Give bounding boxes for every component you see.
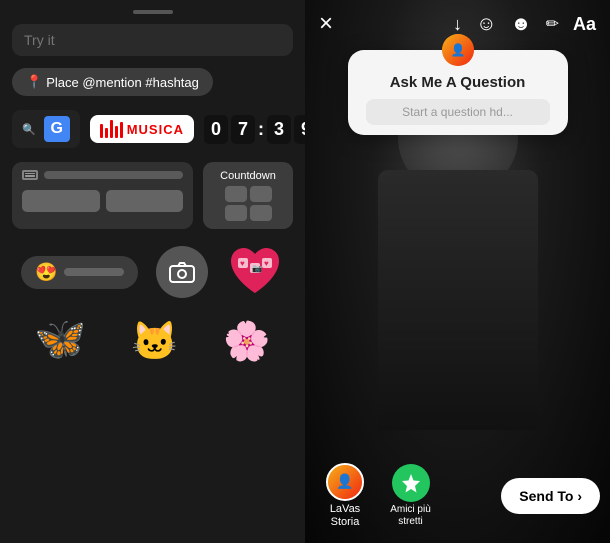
sticker-tag-label: Place @mention #hashtag (46, 75, 199, 90)
avatar-image: 👤 (442, 34, 474, 66)
countdown-cell-1 (225, 186, 247, 202)
countdown-cell-2 (250, 186, 272, 202)
sticker-search-input[interactable] (12, 24, 293, 56)
heart-eyes-emoji: 😍 (35, 262, 57, 283)
question-sticker[interactable]: 👤 Ask Me A Question Start a question hd.… (348, 50, 568, 135)
poll-sticker[interactable] (12, 162, 193, 229)
camera-icon (169, 261, 195, 283)
sticker-icon[interactable]: ☻ (511, 13, 532, 36)
musica-sticker[interactable]: MUSICA (90, 115, 194, 143)
draw-icon[interactable]: ✏ (546, 14, 559, 34)
sticker-row-3: 😍 ♥ 📷 ♥ (12, 243, 293, 301)
countdown-grid (225, 186, 272, 221)
music-bars-icon (100, 120, 123, 138)
story-toolbar: × ↓ ☺ ☻ ✏ Aa (305, 10, 610, 38)
heart-collage-icon: ♥ 📷 ♥ (226, 243, 284, 301)
emoji-slider-sticker[interactable]: 😍 (21, 256, 137, 289)
story-preview: × ↓ ☺ ☻ ✏ Aa 👤 Ask Me A Question S (305, 0, 610, 543)
poll-buttons (22, 190, 183, 212)
svg-text:👤: 👤 (336, 473, 353, 490)
google-g-icon: G (44, 116, 70, 142)
question-input-placeholder[interactable]: Start a question hd... (366, 99, 550, 125)
tag-sticker-row: 📍 Place @mention #hashtag (12, 68, 293, 96)
poll-option-2 (106, 190, 184, 212)
close-friends-label: Amici più stretti (383, 504, 438, 528)
countdown-cell-4 (250, 205, 272, 221)
digit-9: 9 (294, 115, 305, 144)
user-avatar: 👤 (326, 463, 364, 501)
poll-option-1 (22, 190, 100, 212)
close-friends-star-icon (400, 472, 422, 494)
sticker-row-2: Countdown (12, 162, 293, 229)
slider-bar (64, 268, 124, 276)
svg-text:♥: ♥ (240, 259, 245, 268)
svg-text:♥: ♥ (264, 259, 269, 268)
colon: : (258, 119, 264, 140)
close-friends-info: Amici più stretti (383, 464, 438, 528)
text-tool-button[interactable]: Aa (573, 14, 596, 35)
user-story-info: 👤 LaVas Storia (315, 463, 375, 529)
heart-collage-sticker[interactable]: ♥ 📷 ♥ (226, 243, 284, 301)
svg-text:📷: 📷 (252, 264, 262, 273)
close-friends-icon[interactable] (392, 464, 430, 502)
countdown-label: Countdown (220, 170, 276, 182)
download-icon[interactable]: ↓ (453, 14, 462, 35)
sticker-row-1: 🔍 G MUSICA 0 7 : 3 9 (12, 110, 293, 148)
send-to-label: Send To › (519, 488, 582, 504)
countdown-cell-3 (225, 205, 247, 221)
close-icon[interactable]: × (319, 10, 333, 38)
flower-sticker[interactable]: 🌸 (223, 320, 270, 364)
user-story-name: LaVas Storia (315, 503, 375, 529)
countdown-number-sticker[interactable]: 0 7 : 3 9 (204, 115, 305, 144)
cat-sticker[interactable]: 🐱 (131, 320, 178, 364)
face-effect-icon[interactable]: ☺ (476, 13, 496, 36)
send-to-button[interactable]: Send To › (501, 478, 600, 514)
sticker-tray: 📍 Place @mention #hashtag 🔍 G MUSICA 0 7… (0, 0, 305, 543)
countdown-sticker[interactable]: Countdown (203, 162, 293, 229)
digit-0: 0 (204, 115, 228, 144)
user-avatar-image: 👤 (328, 465, 362, 499)
musica-label: MUSICA (127, 122, 184, 137)
drag-handle[interactable] (133, 10, 173, 14)
story-bottom-bar: 👤 LaVas Storia Amici più stretti Send To… (305, 463, 610, 529)
search-icon: 🔍 (22, 123, 36, 136)
camera-sticker[interactable] (156, 246, 208, 298)
sticker-row-4: 🦋 🐱 🌸 (12, 315, 293, 372)
svg-text:👤: 👤 (450, 43, 465, 57)
question-sticker-avatar: 👤 (442, 34, 474, 66)
digit-3: 3 (267, 115, 291, 144)
question-sticker-title: Ask Me A Question (366, 74, 550, 91)
digit-7: 7 (231, 115, 255, 144)
butterfly-sticker[interactable]: 🦋 (34, 315, 86, 364)
place-mention-hashtag-sticker[interactable]: 📍 Place @mention #hashtag (12, 68, 213, 96)
pin-icon: 📍 (26, 74, 42, 90)
toolbar-right-icons: ↓ ☺ ☻ ✏ Aa (453, 13, 596, 36)
google-sticker[interactable]: 🔍 G (12, 110, 80, 148)
